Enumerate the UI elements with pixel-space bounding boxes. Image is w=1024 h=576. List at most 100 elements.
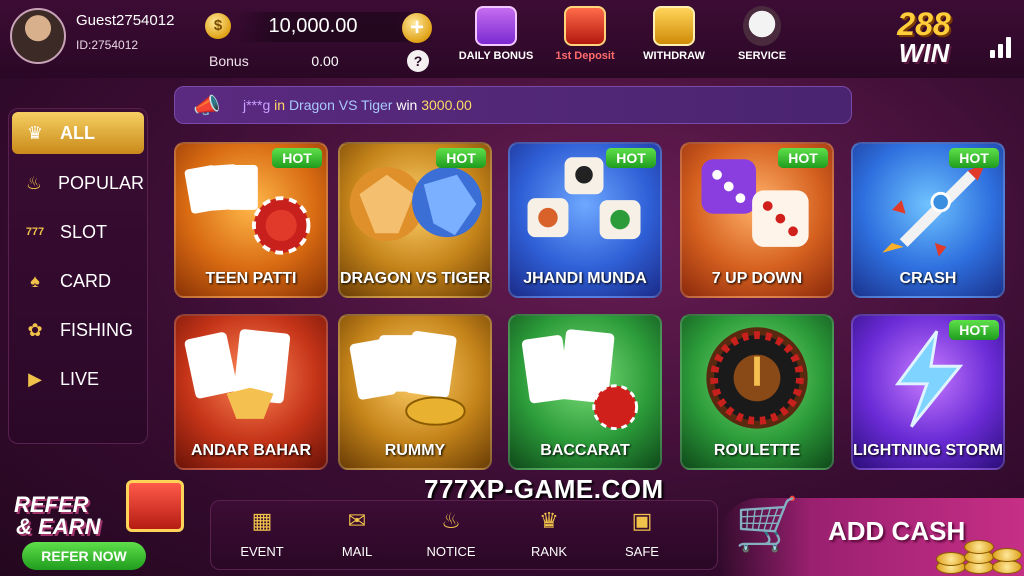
- gift-box-icon: [475, 6, 517, 46]
- gift-box-icon: [126, 480, 184, 532]
- crown-icon: ♛: [26, 123, 44, 143]
- gift-box-icon: [564, 6, 606, 46]
- gift-icon: ▦: [251, 508, 273, 533]
- game-label: BACCARAT: [540, 442, 630, 459]
- sidebar-item-label: SLOT: [60, 221, 108, 242]
- sidebar-item-popular[interactable]: ♨ POPULAR: [12, 162, 144, 204]
- playing-cards-icon: [184, 329, 291, 419]
- marquee-user: j***g: [243, 97, 271, 113]
- balance-value: 10,000.00: [268, 15, 358, 37]
- sidebar-item-card[interactable]: ♠ CARD: [12, 260, 144, 302]
- nav-label: EVENT: [240, 544, 284, 559]
- video-icon: ▶: [28, 369, 42, 389]
- user-id: ID:2754012: [76, 38, 139, 52]
- game-label: LIGHTNING STORM: [853, 442, 1003, 459]
- game-card-rummy[interactable]: RUMMY: [338, 314, 492, 470]
- refer-now-button[interactable]: REFER NOW: [22, 542, 146, 570]
- game-label: JHANDI MUNDA: [523, 270, 647, 287]
- service-label: SERVICE: [737, 50, 787, 62]
- sidebar-item-label: FISHING: [60, 319, 134, 340]
- winner-marquee: 📣 j***g in Dragon VS Tiger win 3000.00: [174, 86, 852, 124]
- game-label: ROULETTE: [713, 442, 801, 459]
- nav-label: RANK: [530, 544, 568, 559]
- hot-badge: HOT: [949, 320, 999, 340]
- game-label: TEEN PATTI: [205, 270, 297, 287]
- logo-line-2: WIN: [898, 38, 950, 68]
- coins-icon: [930, 532, 1024, 576]
- game-card-7-up-down[interactable]: HOT 7 UP DOWN: [680, 142, 834, 298]
- game-label: ANDAR BAHAR: [191, 442, 311, 459]
- game-label: CRASH: [899, 270, 957, 287]
- first-deposit-label: 1st Deposit: [555, 50, 615, 62]
- nav-label: MAIL: [341, 544, 373, 559]
- add-balance-button[interactable]: +: [402, 13, 432, 43]
- sidebar-item-label: POPULAR: [57, 172, 144, 193]
- sidebar-item-slot[interactable]: 777 SLOT: [12, 211, 144, 253]
- headset-icon: [743, 6, 781, 46]
- brand-logo: 288 WIN: [870, 8, 978, 66]
- hot-badge: HOT: [778, 148, 828, 168]
- bonus-value: 0.00: [311, 53, 339, 69]
- game-card-dragon-vs-tiger[interactable]: HOT DRAGON VS TIGER: [338, 142, 492, 298]
- nav-mail[interactable]: ✉ MAIL: [322, 506, 392, 559]
- fish-icon: ✿: [27, 320, 43, 340]
- username: Guest2754012: [76, 12, 175, 29]
- first-deposit-button[interactable]: 1st Deposit: [545, 6, 625, 62]
- withdraw-button[interactable]: WITHDRAW: [634, 6, 714, 62]
- cards-icon: ♠: [30, 271, 40, 291]
- signal-icon: [990, 36, 1014, 58]
- refer-line-1: REFER: [14, 492, 89, 517]
- megaphone-icon: 📣: [193, 93, 221, 118]
- cart-icon: 🛒: [734, 496, 800, 554]
- sidebar-item-all[interactable]: ♛ ALL: [12, 112, 144, 154]
- game-card-crash[interactable]: HOT CRASH: [851, 142, 1005, 298]
- game-label: 7 UP DOWN: [711, 270, 803, 287]
- fire-icon: ♨: [25, 173, 43, 193]
- hot-badge: HOT: [606, 148, 656, 168]
- withdraw-label: WITHDRAW: [643, 50, 705, 62]
- sidebar-item-label: ALL: [60, 122, 95, 143]
- marquee-game: Dragon VS Tiger: [288, 97, 393, 113]
- service-button[interactable]: SERVICE: [722, 6, 802, 62]
- nav-rank[interactable]: ♛ RANK: [514, 506, 584, 559]
- bonus-label: Bonus: [209, 53, 249, 69]
- game-label: RUMMY: [384, 442, 446, 459]
- nav-safe[interactable]: ▣ SAFE: [607, 506, 677, 559]
- nav-label: SAFE: [625, 544, 659, 559]
- wallet-icon: [653, 6, 695, 46]
- coin-icon: $: [205, 13, 231, 39]
- marquee-amount: 3000.00: [421, 97, 472, 113]
- avatar[interactable]: [10, 8, 66, 64]
- playing-cards-icon: [521, 329, 639, 431]
- daily-bonus-button[interactable]: DAILY BONUS: [456, 6, 536, 62]
- game-card-lightning-storm[interactable]: HOT LIGHTNING STORM: [851, 314, 1005, 470]
- playing-cards-icon: [349, 330, 466, 426]
- hot-badge: HOT: [436, 148, 486, 168]
- bell-icon: ♨: [441, 508, 461, 533]
- marquee-prefix: in: [270, 97, 289, 113]
- slot-777-icon: 777: [25, 226, 45, 238]
- nav-event[interactable]: ▦ EVENT: [227, 506, 297, 559]
- sidebar-item-fishing[interactable]: ✿ FISHING: [12, 309, 144, 351]
- sidebar-item-label: LIVE: [60, 368, 100, 389]
- game-label: DRAGON VS TIGER: [340, 270, 491, 287]
- nav-notice[interactable]: ♨ NOTICE: [416, 506, 486, 559]
- roulette-wheel-icon: [706, 327, 808, 429]
- daily-bonus-label: DAILY BONUS: [458, 50, 534, 62]
- game-card-teen-patti[interactable]: HOT TEEN PATTI: [174, 142, 328, 298]
- help-button[interactable]: ?: [407, 50, 429, 72]
- game-card-baccarat[interactable]: BACCARAT: [508, 314, 662, 470]
- game-card-andar-bahar[interactable]: ANDAR BAHAR: [174, 314, 328, 470]
- sidebar-item-label: CARD: [60, 270, 112, 291]
- refer-line-2: & EARN: [16, 514, 101, 539]
- hot-badge: HOT: [949, 148, 999, 168]
- mail-icon: ✉: [347, 508, 367, 533]
- safe-icon: ▣: [631, 508, 653, 533]
- game-card-jhandi-munda[interactable]: HOT JHANDI MUNDA: [508, 142, 662, 298]
- sidebar-item-live[interactable]: ▶ LIVE: [12, 358, 144, 400]
- marquee-text: j***g in Dragon VS Tiger win 3000.00: [243, 97, 472, 113]
- game-card-roulette[interactable]: ROULETTE: [680, 314, 834, 470]
- trophy-icon: ♛: [539, 508, 559, 533]
- marquee-win: win: [392, 97, 422, 113]
- hot-badge: HOT: [272, 148, 322, 168]
